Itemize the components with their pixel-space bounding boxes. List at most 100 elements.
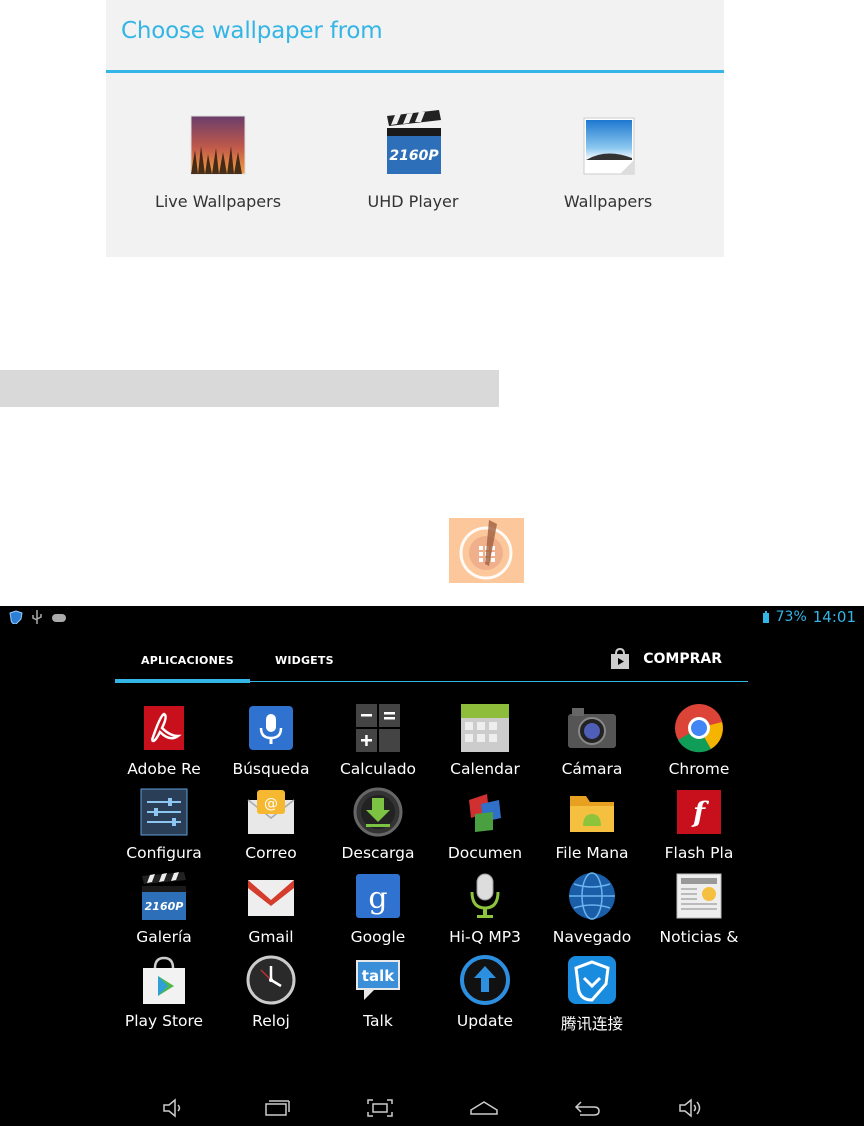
store-button[interactable]: COMPRAR [609, 648, 722, 670]
app-busqueda-voz[interactable]: Búsqueda [221, 702, 321, 778]
app-gmail[interactable]: Gmail [221, 870, 321, 946]
option-label: Wallpapers [563, 192, 653, 211]
drawer-tabs: APLICACIONES WIDGETS COMPRAR [115, 642, 748, 683]
dialog-title: Choose wallpaper from [121, 18, 383, 44]
app-label: Correo [245, 844, 297, 862]
volume-up-icon[interactable] [676, 1096, 706, 1120]
app-talk[interactable]: talk Talk [328, 954, 428, 1030]
camera-icon [566, 702, 618, 754]
news-weather-icon [673, 870, 725, 922]
app-label: Talk [363, 1012, 393, 1030]
app-label: Navegado [552, 928, 632, 946]
volume-down-icon[interactable] [160, 1096, 190, 1120]
app-calculadora[interactable]: Calculado [328, 702, 428, 778]
browser-globe-icon [566, 870, 618, 922]
adobe-reader-icon [138, 702, 190, 754]
app-chrome[interactable]: Chrome [649, 702, 749, 778]
navigation-bar [0, 1090, 864, 1126]
gallery-clapper-icon: 2160P [138, 870, 190, 922]
app-calendar[interactable]: Calendar [435, 702, 535, 778]
microphone-icon [245, 702, 297, 754]
uhd-player-icon: 2160P [381, 110, 445, 180]
app-file-manager[interactable]: File Mana [542, 786, 642, 862]
app-update[interactable]: Update [435, 954, 535, 1030]
app-label: Chrome [668, 760, 730, 778]
calculator-icon [352, 702, 404, 754]
app-label: 腾讯连接 [560, 1015, 623, 1033]
home-icon[interactable] [469, 1096, 499, 1120]
settings-icon [138, 786, 190, 838]
update-arrow-icon [459, 954, 511, 1006]
shopping-bag-icon [611, 648, 630, 669]
store-label: COMPRAR [643, 651, 722, 667]
app-google[interactable]: g Google [328, 870, 428, 946]
app-navegador[interactable]: Navegado [542, 870, 642, 946]
flash-icon: f [673, 786, 725, 838]
uhd-badge-text: 2160P [389, 148, 439, 164]
battery-percent: 73% [775, 609, 807, 625]
app-noticias[interactable]: Noticias & [649, 870, 749, 946]
folder-android-icon [566, 786, 618, 838]
app-label: Calendar [450, 760, 520, 778]
email-icon: @ [245, 786, 297, 838]
app-label: Cámara [561, 760, 623, 778]
option-live-wallpapers[interactable]: Live Wallpapers [118, 110, 318, 211]
battery-icon [762, 611, 769, 623]
app-play-store[interactable]: Play Store [114, 954, 214, 1030]
app-flash-player[interactable]: f Flash Pla [649, 786, 749, 862]
svg-text:g: g [368, 881, 387, 916]
app-label: Update [456, 1012, 514, 1030]
app-hiq-mp3[interactable]: Hi-Q MP3 [435, 870, 535, 946]
svg-text:talk: talk [362, 967, 395, 985]
app-label: Reloj [252, 1012, 290, 1030]
highlight-bar [0, 370, 499, 407]
talk-bubble-icon: talk [352, 954, 404, 1006]
google-icon: g [352, 870, 404, 922]
option-label: Live Wallpapers [154, 192, 282, 211]
tab-indicator [115, 679, 250, 683]
back-icon[interactable] [572, 1096, 602, 1120]
app-galeria[interactable]: 2160P Galería [114, 870, 214, 946]
app-launcher-icon[interactable] [449, 518, 524, 583]
tab-widgets[interactable]: WIDGETS [275, 654, 334, 667]
app-label: Descarga [341, 844, 415, 862]
app-correo[interactable]: @ Correo [221, 786, 321, 862]
microphone-recorder-icon [459, 870, 511, 922]
app-descargas[interactable]: Descarga [328, 786, 428, 862]
app-label: Configura [126, 844, 202, 862]
app-drawer-screen: 73% 14:01 APLICACIONES WIDGETS COMPRAR A… [0, 606, 864, 1126]
svg-text:2160P: 2160P [145, 900, 184, 913]
recent-apps-icon[interactable] [262, 1096, 292, 1120]
app-label: Documen [447, 844, 523, 862]
app-tencent-connect[interactable]: 腾讯连接 [542, 954, 642, 1034]
app-label: Adobe Re [127, 760, 201, 778]
screenshot-icon[interactable] [365, 1096, 395, 1120]
clock-icon [245, 954, 297, 1006]
svg-text:@: @ [264, 796, 278, 812]
option-wallpapers[interactable]: Wallpapers [508, 110, 708, 211]
app-adobe-reader[interactable]: Adobe Re [114, 702, 214, 778]
shield-notification-icon [9, 610, 23, 624]
wallpapers-icon [576, 110, 640, 180]
app-camara[interactable]: Cámara [542, 702, 642, 778]
app-label: Google [350, 928, 406, 946]
app-label: Búsqueda [232, 760, 310, 778]
shield-check-icon [566, 954, 618, 1006]
live-wallpapers-icon [186, 110, 250, 180]
app-reloj[interactable]: Reloj [221, 954, 321, 1030]
option-label: UHD Player [367, 192, 459, 211]
app-label: File Mana [555, 844, 629, 862]
chrome-icon [673, 702, 725, 754]
app-label: Hi-Q MP3 [449, 928, 521, 946]
app-label: Noticias & [659, 928, 739, 946]
clock: 14:01 [812, 608, 856, 626]
option-uhd-player[interactable]: 2160P UHD Player [313, 110, 513, 211]
app-label: Galería [136, 928, 192, 946]
tab-aplicaciones[interactable]: APLICACIONES [141, 654, 234, 667]
wallpaper-chooser-dialog: Choose wallpaper from Live Wallpapers 21… [106, 0, 724, 257]
app-label: Gmail [248, 928, 294, 946]
gmail-icon [245, 870, 297, 922]
app-label: Flash Pla [664, 844, 734, 862]
app-configuracion[interactable]: Configura [114, 786, 214, 862]
app-documentos[interactable]: Documen [435, 786, 535, 862]
